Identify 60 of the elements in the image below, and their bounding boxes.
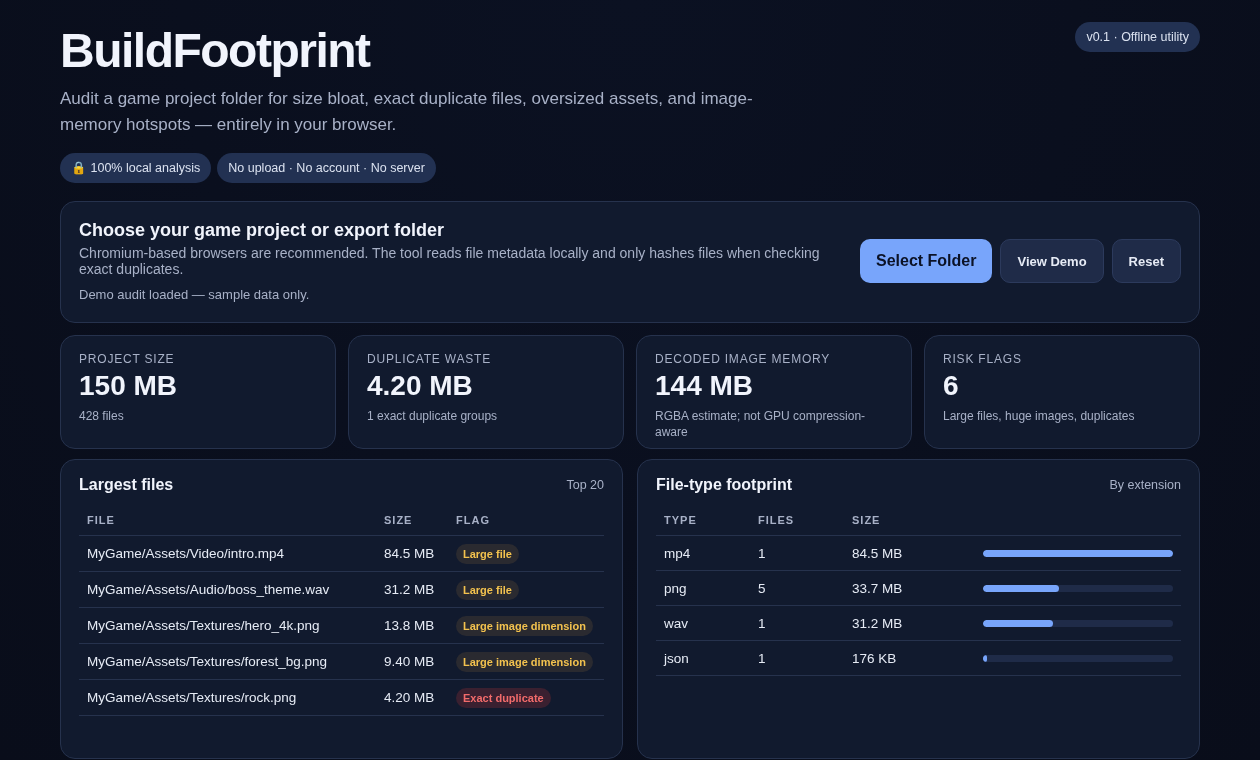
app-title: BuildFootprint bbox=[60, 24, 372, 78]
file-size: 9.40 MB bbox=[384, 654, 435, 669]
flag-badge: Large image dimension bbox=[456, 615, 593, 636]
type-size: 84.5 MB bbox=[852, 545, 903, 561]
panel-description: Chromium-based browsers are recommended. The tool reads file metadata locally and only hashes files when checking exact duplicates. bbox=[79, 245, 821, 277]
flag-badge: Large image dimension bbox=[456, 651, 593, 672]
stat-label: DECODED IMAGE MEMORY bbox=[655, 352, 832, 366]
status-text: Demo audit loaded — sample data only. bbox=[79, 287, 311, 302]
flag-badge: Exact duplicate bbox=[456, 687, 551, 708]
file-path: MyGame/Assets/Textures/hero_4k.png bbox=[87, 618, 320, 633]
app-description: Audit a game project folder for size bloat, exact duplicate files, oversized assets, and image-memory hotspots — entirely in your browser. bbox=[60, 88, 754, 136]
column-header: FILE bbox=[87, 514, 115, 526]
column-header: SIZE bbox=[384, 514, 413, 526]
file-path: MyGame/Assets/Video/intro.mp4 bbox=[87, 546, 285, 561]
panel-title: Choose your game project or export folder bbox=[79, 220, 446, 241]
stat-label: RISK FLAGS bbox=[943, 352, 1023, 366]
file-path: MyGame/Assets/Textures/rock.png bbox=[87, 690, 297, 705]
type-size: 33.7 MB bbox=[852, 580, 903, 596]
file-count: 5 bbox=[758, 580, 766, 596]
stat-note: RGBA estimate; not GPU compression-aware bbox=[655, 408, 867, 440]
type-size: 31.2 MB bbox=[852, 615, 903, 631]
flag-badge: Large file bbox=[456, 543, 519, 564]
type-size: 176 KB bbox=[852, 650, 897, 666]
file-type: wav bbox=[664, 615, 688, 631]
stat-label: PROJECT SIZE bbox=[79, 352, 176, 366]
file-size: 31.2 MB bbox=[384, 582, 435, 597]
file-type: mp4 bbox=[664, 545, 691, 561]
stat-note: 428 files bbox=[79, 408, 125, 424]
column-header: FLAG bbox=[456, 514, 490, 526]
stat-label: DUPLICATE WASTE bbox=[367, 352, 492, 366]
stat-note: 1 exact duplicate groups bbox=[367, 408, 499, 424]
file-size: 84.5 MB bbox=[384, 546, 435, 561]
stat-value: 144 MB bbox=[655, 370, 755, 402]
column-header: FILES bbox=[758, 514, 795, 526]
info-chip: 🔒 100% local analysis bbox=[60, 153, 212, 183]
stat-value: 4.20 MB bbox=[367, 370, 474, 402]
card-title: File-type footprint bbox=[656, 476, 792, 494]
file-type: png bbox=[664, 580, 687, 596]
stat-note: Large files, huge images, duplicates bbox=[943, 408, 1136, 424]
action-button[interactable]: Reset bbox=[1111, 239, 1181, 283]
file-count: 1 bbox=[758, 545, 766, 561]
column-header: TYPE bbox=[664, 514, 697, 526]
card-meta: Top 20 bbox=[566, 478, 604, 492]
action-button[interactable]: Select Folder bbox=[859, 239, 993, 283]
file-type: json bbox=[664, 650, 689, 666]
stat-value: 6 bbox=[943, 370, 960, 402]
file-path: MyGame/Assets/Audio/boss_theme.wav bbox=[87, 582, 330, 597]
version-badge: v0.1 · Offline utility bbox=[1075, 22, 1200, 52]
file-path: MyGame/Assets/Textures/forest_bg.png bbox=[87, 654, 328, 669]
file-size: 4.20 MB bbox=[384, 690, 435, 705]
file-size: 13.8 MB bbox=[384, 618, 435, 633]
card-meta: By extension bbox=[1109, 478, 1181, 492]
info-chip: No upload · No account · No server bbox=[217, 153, 436, 183]
action-button[interactable]: View Demo bbox=[1000, 239, 1104, 283]
card-title: Largest files bbox=[79, 476, 174, 494]
file-count: 1 bbox=[758, 615, 766, 631]
file-count: 1 bbox=[758, 650, 766, 666]
flag-badge: Large file bbox=[456, 579, 519, 600]
column-header: SIZE bbox=[852, 514, 881, 526]
stat-value: 150 MB bbox=[79, 370, 179, 402]
